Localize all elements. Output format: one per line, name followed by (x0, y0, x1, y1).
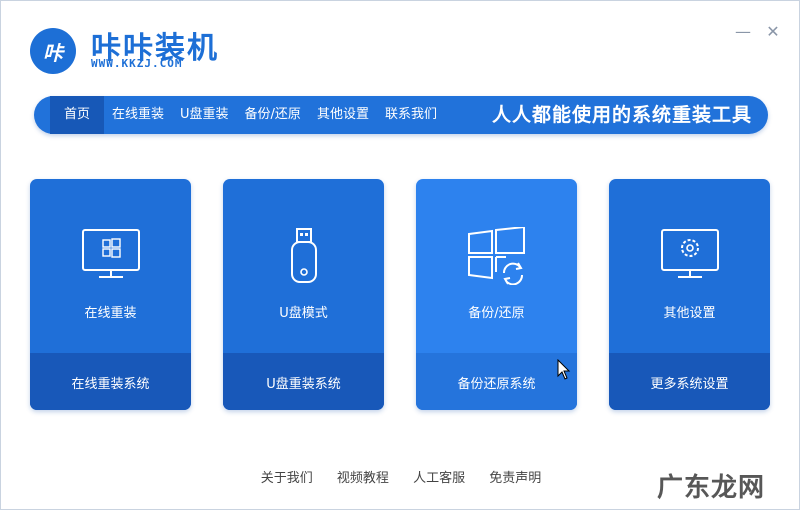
nav-slogan: 人人都能使用的系统重装工具 (491, 104, 752, 126)
nav-item-contact[interactable]: 联系我们 (377, 96, 445, 134)
card-title: 其他设置 (663, 306, 716, 321)
main-nav: 首页 在线重装 U盘重装 备份/还原 其他设置 联系我们 人人都能使用的系统重装… (34, 96, 768, 134)
footer-link-about[interactable]: 关于我们 (261, 471, 313, 486)
minimize-button[interactable]: — (734, 23, 752, 41)
card-other-settings[interactable]: 其他设置 更多系统设置 (609, 179, 770, 410)
windows-restore-icon (466, 225, 528, 289)
card-online-reinstall[interactable]: 在线重装 在线重装系统 (30, 179, 191, 410)
card-usb-mode[interactable]: U盘模式 U盘重装系统 (223, 179, 384, 410)
watermark: 广东龙网 (656, 473, 765, 503)
nav-item-other-settings[interactable]: 其他设置 (309, 96, 377, 134)
card-title: 在线重装 (84, 306, 137, 321)
monitor-gear-icon (660, 227, 720, 287)
footer-link-disclaimer[interactable]: 免责声明 (489, 471, 541, 486)
nav-item-backup-restore[interactable]: 备份/还原 (237, 96, 309, 134)
close-button[interactable]: ✕ (764, 23, 782, 41)
card-title: U盘模式 (279, 306, 328, 321)
card-title: 备份/还原 (468, 306, 525, 321)
usb-drive-icon (287, 227, 321, 291)
app-logo: 咔 (30, 28, 76, 74)
nav-item-usb-reinstall[interactable]: U盘重装 (172, 96, 237, 134)
card-action[interactable]: 备份还原系统 (416, 353, 577, 410)
card-action[interactable]: U盘重装系统 (223, 353, 384, 410)
mouse-cursor-icon (557, 358, 571, 385)
nav-item-home[interactable]: 首页 (50, 96, 105, 134)
card-backup-restore[interactable]: 备份/还原 备份还原系统 (416, 179, 577, 410)
footer-link-video-tutorial[interactable]: 视频教程 (337, 471, 389, 486)
footer-link-support[interactable]: 人工客服 (413, 471, 465, 486)
monitor-windows-icon (81, 227, 141, 287)
app-url: WWW.KKZJ.COM (91, 57, 183, 70)
card-action[interactable]: 在线重装系统 (30, 353, 191, 410)
card-action[interactable]: 更多系统设置 (609, 353, 770, 410)
nav-item-online-reinstall[interactable]: 在线重装 (104, 96, 172, 134)
